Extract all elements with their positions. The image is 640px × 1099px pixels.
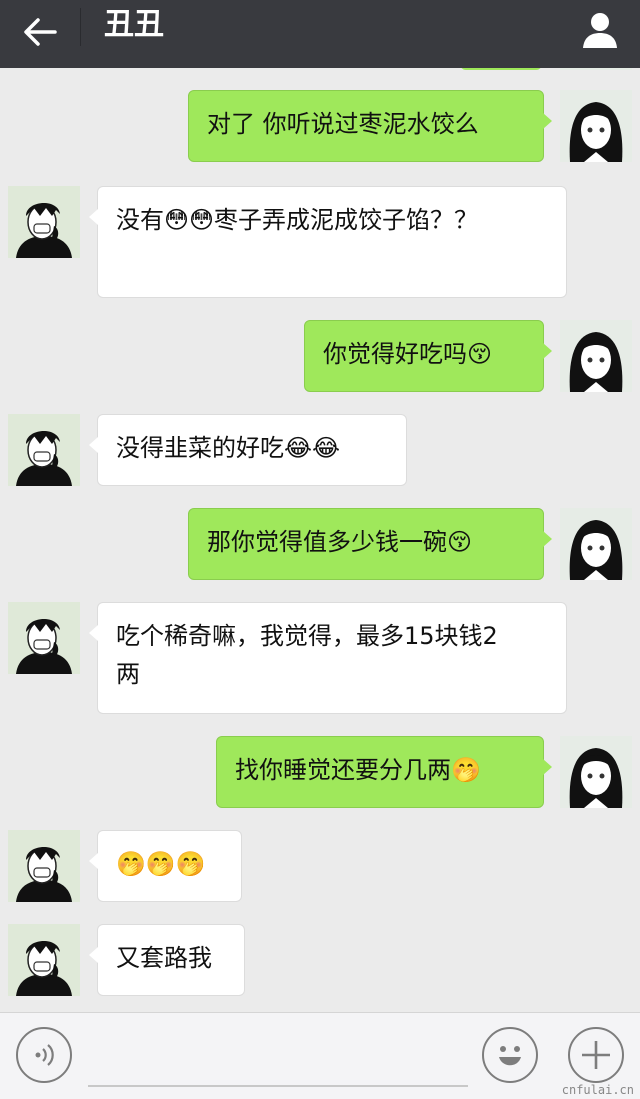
back-button[interactable] (18, 10, 62, 54)
message-bubble[interactable]: 你觉得好吃吗😚 (304, 320, 552, 392)
message-text: 那你觉得值多少钱一碗😚 (207, 528, 473, 556)
girl-avatar[interactable] (560, 508, 632, 580)
boy-avatar[interactable] (8, 602, 80, 674)
message-input[interactable] (88, 1033, 472, 1083)
girl-avatar[interactable] (560, 90, 632, 162)
boy-avatar[interactable] (8, 414, 80, 486)
watermark: cnfulai.cn (561, 1083, 634, 1097)
girl-avatar[interactable] (560, 736, 632, 808)
profile-button[interactable] (578, 8, 622, 52)
more-button[interactable] (568, 1027, 624, 1083)
message-bubble[interactable]: 没有😳😳枣子弄成泥成饺子馅？？ (89, 186, 567, 298)
message-bubble[interactable]: 🤭🤭🤭 (89, 830, 242, 902)
message-text: 🤭🤭🤭 (116, 850, 206, 878)
boy-avatar[interactable] (8, 924, 80, 996)
message-bubble[interactable]: 找你睡觉还要分几两🤭 (216, 736, 552, 808)
message-bubble[interactable]: 那你觉得值多少钱一碗😚 (188, 508, 552, 580)
chat-header: 丑丑 (0, 0, 640, 68)
message-text: 吃个稀奇嘛，我觉得，最多15块钱2两 (116, 622, 498, 688)
plus-icon (582, 1041, 610, 1069)
emoji-button[interactable] (482, 1027, 538, 1083)
message-bubble[interactable]: 没得韭菜的好吃😂😂 (89, 414, 407, 486)
person-icon (583, 13, 617, 48)
voice-button[interactable] (16, 1027, 72, 1083)
partial-bubble (460, 68, 542, 70)
boy-avatar[interactable] (8, 186, 80, 258)
message-text: 没有😳😳枣子弄成泥成饺子馅？？ (116, 206, 479, 234)
chat-title: 丑丑 (104, 7, 164, 42)
message-bubble[interactable]: 对了 你听说过枣泥水饺么 (188, 90, 552, 162)
message-text: 又套路我 (116, 944, 212, 972)
partial-avatar (560, 68, 632, 70)
header-divider (80, 8, 81, 46)
boy-avatar[interactable] (8, 830, 80, 902)
message-text: 你觉得好吃吗😚 (323, 340, 493, 368)
message-text: 对了 你听说过枣泥水饺么 (207, 110, 479, 138)
input-bar: cnfulai.cn (0, 1012, 640, 1099)
girl-avatar[interactable] (560, 320, 632, 392)
message-text: 没得韭菜的好吃😂😂 (116, 434, 341, 462)
emoji-icon (499, 1046, 521, 1066)
message-bubble[interactable]: 吃个稀奇嘛，我觉得，最多15块钱2两 (89, 602, 567, 714)
message-list[interactable]: 对了 你听说过枣泥水饺么 没有😳� (0, 68, 640, 1012)
arrow-left-icon (24, 18, 57, 46)
message-bubble[interactable]: 又套路我 (89, 924, 245, 996)
message-text: 找你睡觉还要分几两🤭 (235, 756, 481, 784)
voice-icon (35, 1044, 54, 1066)
input-underline (88, 1085, 468, 1087)
